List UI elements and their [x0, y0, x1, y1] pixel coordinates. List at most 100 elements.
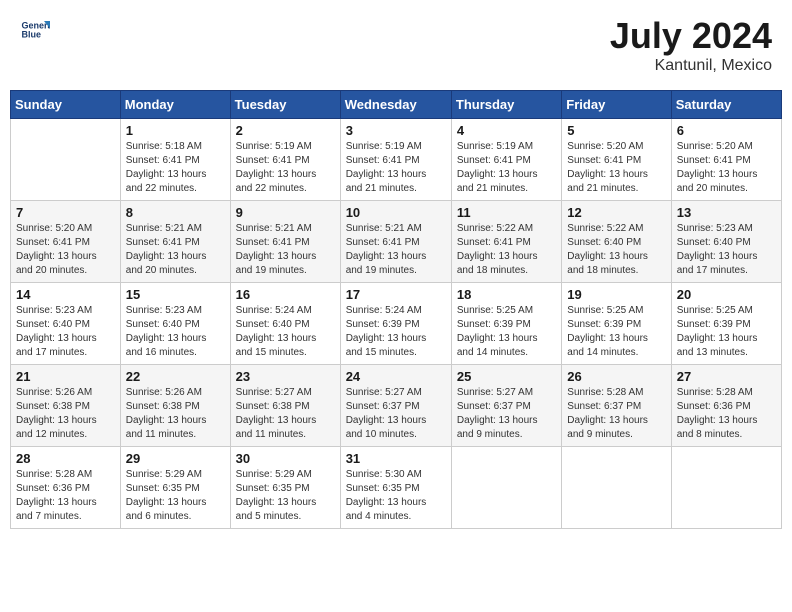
day-number: 30 — [236, 451, 335, 466]
header-monday: Monday — [120, 91, 230, 119]
day-number: 7 — [16, 205, 115, 220]
calendar-cell: 24 Sunrise: 5:27 AM Sunset: 6:37 PM Dayli… — [340, 365, 451, 447]
calendar-week-5: 28Sunrise: 5:28 AM Sunset: 6:36 PM Dayli… — [11, 447, 782, 529]
day-number: 22 — [126, 369, 225, 384]
day-info: Sunrise: 5:19 AM Sunset: 6:41 PM Dayligh… — [457, 140, 556, 196]
calendar-cell: 15Sunrise: 5:23 AM Sunset: 6:40 PM Dayli… — [120, 283, 230, 365]
day-number: 16 — [236, 287, 335, 302]
calendar-week-4: 21 Sunrise: 5:26 AM Sunset: 6:38 PM Dayli… — [11, 365, 782, 447]
calendar-cell: 21 Sunrise: 5:26 AM Sunset: 6:38 PM Dayli… — [11, 365, 121, 447]
day-number: 11 — [457, 205, 556, 220]
day-number: 26 — [567, 369, 665, 384]
calendar-week-1: 1 Sunrise: 5:18 AM Sunset: 6:41 PM Daylig… — [11, 119, 782, 201]
day-info: Sunrise: 5:22 AM Sunset: 6:41 PM Dayligh… — [457, 222, 556, 278]
calendar-cell — [451, 447, 561, 529]
calendar-cell: 7 Sunrise: 5:20 AM Sunset: 6:41 PM Daylig… — [11, 201, 121, 283]
calendar-cell: 23Sunrise: 5:27 AM Sunset: 6:38 PM Dayli… — [230, 365, 340, 447]
header-saturday: Saturday — [671, 91, 781, 119]
calendar-cell: 8 Sunrise: 5:21 AM Sunset: 6:41 PM Daylig… — [120, 201, 230, 283]
header-tuesday: Tuesday — [230, 91, 340, 119]
calendar-cell: 18 Sunrise: 5:25 AM Sunset: 6:39 PM Dayli… — [451, 283, 561, 365]
calendar-cell: 16 Sunrise: 5:24 AM Sunset: 6:40 PM Dayli… — [230, 283, 340, 365]
day-number: 6 — [677, 123, 776, 138]
day-info: Sunrise: 5:28 AM Sunset: 6:36 PM Dayligh… — [16, 468, 115, 524]
day-info: Sunrise: 5:20 AM Sunset: 6:41 PM Dayligh… — [677, 140, 776, 196]
calendar-cell: 22 Sunrise: 5:26 AM Sunset: 6:38 PM Dayli… — [120, 365, 230, 447]
day-info: Sunrise: 5:20 AM Sunset: 6:41 PM Dayligh… — [16, 222, 115, 278]
header-wednesday: Wednesday — [340, 91, 451, 119]
calendar-cell: 14Sunrise: 5:23 AM Sunset: 6:40 PM Dayli… — [11, 283, 121, 365]
calendar-cell: 31 Sunrise: 5:30 AM Sunset: 6:35 PM Dayli… — [340, 447, 451, 529]
day-number: 9 — [236, 205, 335, 220]
day-info: Sunrise: 5:26 AM Sunset: 6:38 PM Dayligh… — [126, 386, 225, 442]
day-number: 10 — [346, 205, 446, 220]
day-info: Sunrise: 5:23 AM Sunset: 6:40 PM Dayligh… — [16, 304, 115, 360]
day-info: Sunrise: 5:21 AM Sunset: 6:41 PM Dayligh… — [236, 222, 335, 278]
day-number: 1 — [126, 123, 225, 138]
title-block: July 2024 Kantunil, Mexico — [610, 15, 772, 75]
day-info: Sunrise: 5:18 AM Sunset: 6:41 PM Dayligh… — [126, 140, 225, 196]
calendar-cell — [671, 447, 781, 529]
day-number: 31 — [346, 451, 446, 466]
month-title: July 2024 — [610, 15, 772, 57]
day-info: Sunrise: 5:24 AM Sunset: 6:40 PM Dayligh… — [236, 304, 335, 360]
location-subtitle: Kantunil, Mexico — [610, 57, 772, 75]
calendar-week-2: 7 Sunrise: 5:20 AM Sunset: 6:41 PM Daylig… — [11, 201, 782, 283]
calendar-cell: 27 Sunrise: 5:28 AM Sunset: 6:36 PM Dayli… — [671, 365, 781, 447]
calendar-header-row: Sunday Monday Tuesday Wednesday Thursday… — [11, 91, 782, 119]
day-number: 8 — [126, 205, 225, 220]
day-number: 19 — [567, 287, 665, 302]
day-info: Sunrise: 5:20 AM Sunset: 6:41 PM Dayligh… — [567, 140, 665, 196]
calendar-cell: 13Sunrise: 5:23 AM Sunset: 6:40 PM Dayli… — [671, 201, 781, 283]
day-info: Sunrise: 5:27 AM Sunset: 6:37 PM Dayligh… — [346, 386, 446, 442]
day-number: 23 — [236, 369, 335, 384]
day-number: 5 — [567, 123, 665, 138]
day-info: Sunrise: 5:25 AM Sunset: 6:39 PM Dayligh… — [567, 304, 665, 360]
header-friday: Friday — [562, 91, 671, 119]
calendar-cell: 1 Sunrise: 5:18 AM Sunset: 6:41 PM Daylig… — [120, 119, 230, 201]
logo: General Blue — [20, 15, 54, 45]
day-info: Sunrise: 5:27 AM Sunset: 6:37 PM Dayligh… — [457, 386, 556, 442]
day-number: 18 — [457, 287, 556, 302]
calendar-cell: 11 Sunrise: 5:22 AM Sunset: 6:41 PM Dayli… — [451, 201, 561, 283]
day-info: Sunrise: 5:21 AM Sunset: 6:41 PM Dayligh… — [126, 222, 225, 278]
day-info: Sunrise: 5:23 AM Sunset: 6:40 PM Dayligh… — [677, 222, 776, 278]
calendar-cell: 25 Sunrise: 5:27 AM Sunset: 6:37 PM Dayli… — [451, 365, 561, 447]
day-number: 27 — [677, 369, 776, 384]
calendar-cell: 2Sunrise: 5:19 AM Sunset: 6:41 PM Daylig… — [230, 119, 340, 201]
logo-icon: General Blue — [20, 15, 50, 45]
day-info: Sunrise: 5:29 AM Sunset: 6:35 PM Dayligh… — [126, 468, 225, 524]
day-info: Sunrise: 5:29 AM Sunset: 6:35 PM Dayligh… — [236, 468, 335, 524]
calendar-cell: 6 Sunrise: 5:20 AM Sunset: 6:41 PM Daylig… — [671, 119, 781, 201]
header-thursday: Thursday — [451, 91, 561, 119]
calendar-cell: 29 Sunrise: 5:29 AM Sunset: 6:35 PM Dayli… — [120, 447, 230, 529]
calendar-cell: 12Sunrise: 5:22 AM Sunset: 6:40 PM Dayli… — [562, 201, 671, 283]
calendar-cell: 4 Sunrise: 5:19 AM Sunset: 6:41 PM Daylig… — [451, 119, 561, 201]
day-number: 25 — [457, 369, 556, 384]
calendar-cell — [562, 447, 671, 529]
calendar-cell — [11, 119, 121, 201]
day-info: Sunrise: 5:30 AM Sunset: 6:35 PM Dayligh… — [346, 468, 446, 524]
day-info: Sunrise: 5:25 AM Sunset: 6:39 PM Dayligh… — [457, 304, 556, 360]
day-info: Sunrise: 5:28 AM Sunset: 6:37 PM Dayligh… — [567, 386, 665, 442]
day-info: Sunrise: 5:21 AM Sunset: 6:41 PM Dayligh… — [346, 222, 446, 278]
calendar-cell: 26 Sunrise: 5:28 AM Sunset: 6:37 PM Dayli… — [562, 365, 671, 447]
svg-text:Blue: Blue — [22, 30, 42, 40]
calendar-cell: 17Sunrise: 5:24 AM Sunset: 6:39 PM Dayli… — [340, 283, 451, 365]
day-info: Sunrise: 5:19 AM Sunset: 6:41 PM Dayligh… — [346, 140, 446, 196]
page-header: General Blue July 2024 Kantunil, Mexico — [10, 10, 782, 80]
day-number: 17 — [346, 287, 446, 302]
day-number: 21 — [16, 369, 115, 384]
header-sunday: Sunday — [11, 91, 121, 119]
calendar-table: Sunday Monday Tuesday Wednesday Thursday… — [10, 90, 782, 529]
day-number: 29 — [126, 451, 225, 466]
day-number: 12 — [567, 205, 665, 220]
calendar-cell: 5 Sunrise: 5:20 AM Sunset: 6:41 PM Daylig… — [562, 119, 671, 201]
day-number: 4 — [457, 123, 556, 138]
calendar-cell: 30 Sunrise: 5:29 AM Sunset: 6:35 PM Dayli… — [230, 447, 340, 529]
calendar-cell: 9 Sunrise: 5:21 AM Sunset: 6:41 PM Daylig… — [230, 201, 340, 283]
day-info: Sunrise: 5:26 AM Sunset: 6:38 PM Dayligh… — [16, 386, 115, 442]
day-info: Sunrise: 5:28 AM Sunset: 6:36 PM Dayligh… — [677, 386, 776, 442]
day-number: 24 — [346, 369, 446, 384]
day-number: 20 — [677, 287, 776, 302]
